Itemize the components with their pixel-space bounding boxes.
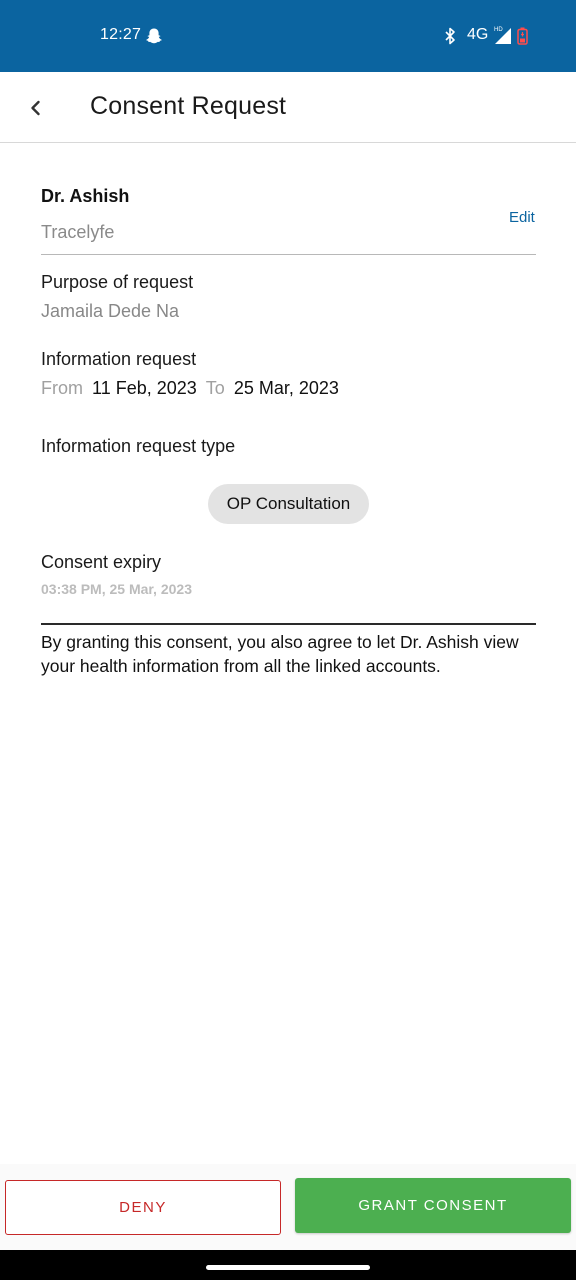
edit-link[interactable]: Edit: [509, 209, 535, 226]
from-date[interactable]: 11 Feb, 2023: [92, 378, 197, 398]
purpose-value: Jamaila Dede Na: [41, 301, 180, 321]
deny-button[interactable]: DENY: [5, 1180, 281, 1235]
request-type-chip[interactable]: OP Consultation: [208, 484, 369, 524]
status-bar: 12:27 4G HD: [0, 0, 576, 72]
request-type-label: Information request type: [41, 436, 236, 456]
requester-organization: Tracelyfe: [41, 222, 115, 242]
consent-expiry-label: Consent expiry: [41, 552, 162, 572]
divider: [41, 254, 536, 255]
back-button[interactable]: [24, 96, 48, 120]
divider: [41, 623, 536, 625]
grant-consent-button[interactable]: GRANT CONSENT: [295, 1178, 571, 1233]
information-request-label: Information request: [41, 349, 197, 369]
app-bar: Consent Request: [0, 72, 576, 143]
status-time: 12:27: [100, 26, 142, 43]
network-type: 4G: [467, 26, 489, 43]
from-label: From: [41, 378, 83, 398]
consent-notice: By granting this consent, you also agree…: [41, 632, 519, 676]
page-title: Consent Request: [90, 92, 287, 120]
requester-name: Dr. Ashish: [41, 186, 130, 206]
bluetooth-icon: [443, 27, 457, 50]
chevron-left-icon: [31, 100, 40, 116]
battery-icon: [517, 27, 528, 50]
to-date[interactable]: 25 Mar, 2023: [234, 378, 339, 398]
consent-expiry-value[interactable]: 03:38 PM, 25 Mar, 2023: [41, 581, 192, 597]
snapchat-ghost-icon: [145, 27, 163, 50]
date-range: From 11 Feb, 2023 To 25 Mar, 2023: [41, 378, 339, 399]
purpose-label: Purpose of request: [41, 272, 194, 292]
signal-icon: [495, 28, 512, 49]
to-label: To: [205, 378, 225, 398]
home-gesture-handle[interactable]: [206, 1265, 370, 1270]
